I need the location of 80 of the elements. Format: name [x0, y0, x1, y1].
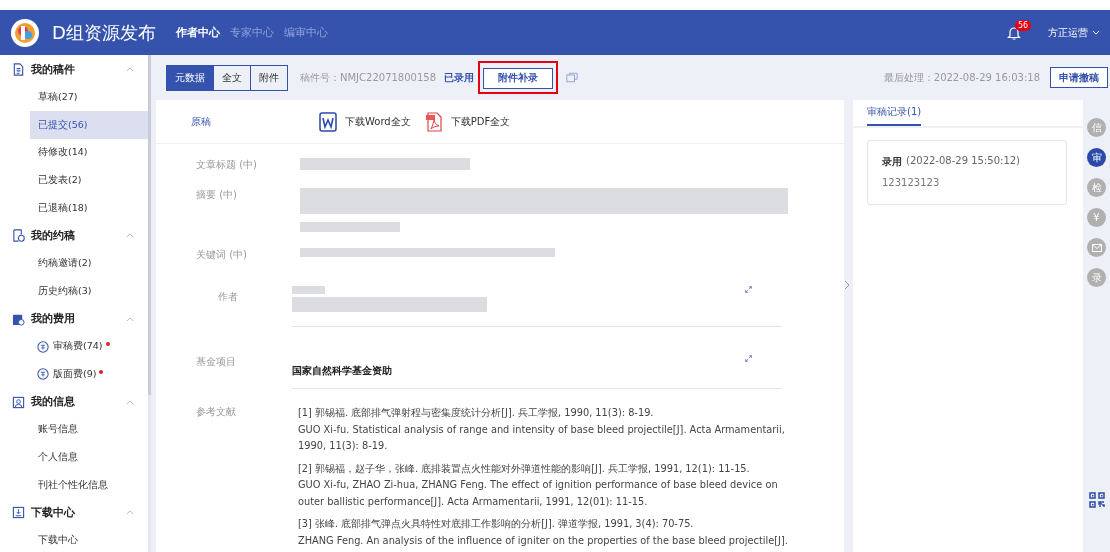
sidebar-item[interactable]: 审稿费(74): [0, 332, 148, 361]
sidebar-item[interactable]: 已退稿(18): [0, 194, 148, 223]
sidebar-item[interactable]: 待修改(14): [0, 139, 148, 167]
chevron-right-icon[interactable]: [844, 280, 850, 290]
review-time: (2022-08-29 15:50:12): [906, 155, 1020, 168]
word-icon: [319, 111, 337, 132]
reference-text: [3] 张峰. 底部排气弹点火具特性对底排工作影响的分析[J]. 弹道学报, 1991, 3(4): 70-75.: [298, 517, 695, 531]
redacted-text: [292, 286, 325, 294]
sidebar-section[interactable]: 下载中心: [0, 499, 148, 527]
section-title: 我的稿件: [31, 62, 76, 77]
review-tab[interactable]: 审稿记录(1): [867, 100, 922, 126]
caret-icon: [126, 399, 134, 405]
sidebar-item[interactable]: 已提交(56): [30, 111, 148, 140]
expand-icon[interactable]: [745, 355, 752, 362]
section-title: 我的约稿: [31, 228, 76, 243]
reference-text: GUO Xi-fu. Statistical analysis of range and intensity of base bleed projectile[J]. Acta Armamentarii, 1990, 11(3): 8-19.: [298, 422, 786, 453]
qr-code-icon[interactable]: [1088, 492, 1105, 508]
section-title: 下载中心: [31, 505, 76, 520]
item-label: 版面费(9): [53, 367, 97, 381]
caret-icon: [126, 316, 134, 322]
caret-icon: [126, 233, 134, 239]
caret-icon: [126, 510, 134, 516]
reference-text: [1] 郭锡福. 底部排气弹射程与密集度统计分析[J]. 兵工学报, 1990, 11(3): 8-19.: [298, 406, 655, 420]
status-text: 已录用: [444, 70, 475, 85]
user-menu[interactable]: 方正运营: [1048, 25, 1100, 40]
sidebar-item[interactable]: 已发表(2): [0, 166, 148, 195]
section-title: 我的费用: [31, 312, 76, 327]
sidebar-item[interactable]: 个人信息: [0, 443, 148, 472]
sidebar-item[interactable]: 版面费(9): [0, 360, 148, 389]
field-label: 摘要 (中): [196, 188, 238, 202]
sidebar-item[interactable]: 草稿(27): [0, 83, 148, 112]
download-link[interactable]: 下载PDF全文: [424, 111, 511, 132]
download-link[interactable]: 下载Word全文: [319, 111, 411, 132]
section-title: 我的信息: [31, 395, 76, 410]
field-label: 参考文献: [196, 405, 237, 419]
logo-icon: [10, 17, 40, 48]
supplement-button[interactable]: 附件补录: [483, 67, 554, 89]
sidebar-item[interactable]: 下载中心: [0, 526, 148, 552]
mail-icon: [1091, 243, 1102, 252]
section-icon: [12, 63, 25, 77]
pdf-icon: [424, 111, 443, 132]
field-label: 基金项目: [196, 355, 237, 369]
section-label: 原稿: [191, 114, 212, 129]
payment-icon: [37, 368, 49, 381]
fund-text: 国家自然科学基金资助: [292, 365, 392, 376]
mail-button[interactable]: [1087, 238, 1106, 257]
sidebar-item[interactable]: 历史约稿(3): [0, 277, 148, 306]
section-icon: [12, 229, 25, 243]
caret-icon: [126, 67, 134, 73]
review-comment: 123123123: [882, 177, 941, 188]
last-processed: 最后处理：2022-08-29 16:03:18: [883, 70, 1040, 85]
item-label: 审稿费(74): [53, 340, 103, 354]
rail-button[interactable]: 审: [1087, 148, 1106, 167]
manuscript-number: 稿件号：NMJC22071800158: [300, 70, 437, 85]
brand-title: D组资源发布: [52, 20, 156, 45]
notification-badge: 56: [1015, 19, 1032, 31]
field-label: 作者: [217, 290, 239, 304]
withdraw-button[interactable]: 申请撤稿: [1050, 67, 1108, 88]
section-icon: [12, 506, 25, 520]
payment-icon: [37, 340, 49, 353]
nav-tab[interactable]: 作者中心: [175, 25, 220, 40]
reference-text: GUO Xi-fu, ZHAO Zi-hua, ZHANG Feng. The effect of ignition performance of base bleed device on outer ballistic performance[J]. Acta Armamentarii, 1991, 12(01): 11-15.: [298, 478, 779, 509]
chevron-down-icon: [1092, 30, 1100, 35]
sidebar-section[interactable]: 我的信息: [0, 388, 148, 416]
view-tab[interactable]: 元数据: [167, 65, 213, 90]
field-label: 文章标题 (中): [196, 158, 258, 172]
decision-text: 录用: [882, 155, 902, 169]
sidebar-item[interactable]: 账号信息: [0, 415, 148, 444]
sidebar-item[interactable]: 刊社个性化信息: [0, 471, 148, 499]
expand-icon[interactable]: [745, 286, 752, 293]
sidebar-section[interactable]: 我的费用: [0, 305, 148, 333]
field-label: 关键词 (中): [196, 248, 248, 262]
section-icon: [12, 395, 25, 409]
sidebar-section[interactable]: 我的稿件: [0, 56, 148, 84]
sidebar-item[interactable]: 约稿邀请(2): [0, 249, 148, 278]
copy-icon[interactable]: [566, 72, 579, 83]
reference-text: ZHANG Feng. An analysis of the influence of igniter on the properties of the base bleed projectile[J].: [298, 533, 788, 548]
sidebar-section[interactable]: 我的约稿: [0, 222, 148, 250]
section-icon: [12, 312, 25, 326]
reference-text: [2] 郭锡福，赵子华，张峰. 底排装置点火性能对外弹道性能的影响[J]. 兵工学报, 1991, 12(1): 11-15.: [298, 461, 751, 476]
